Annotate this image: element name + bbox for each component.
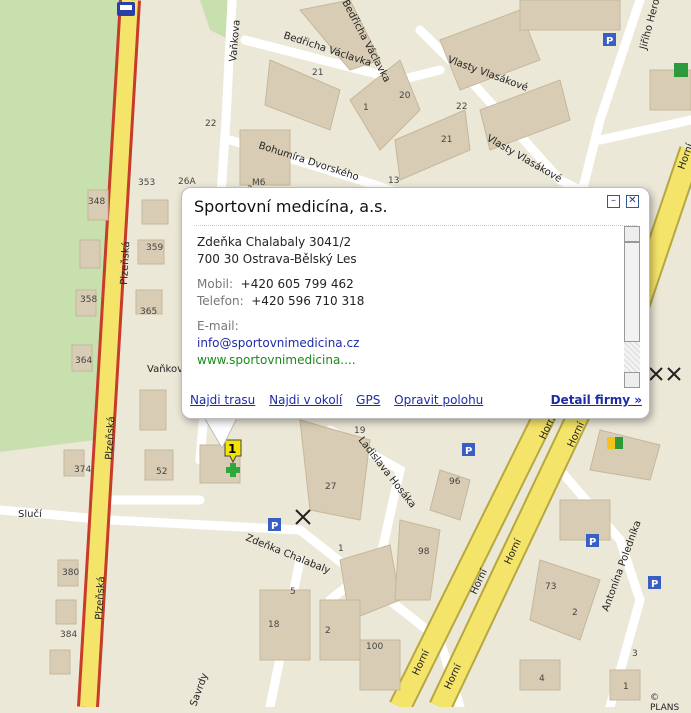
parking-icon[interactable]: P	[268, 518, 281, 532]
house-number: 348	[88, 197, 105, 207]
svg-text:P: P	[651, 579, 658, 590]
house-number: 20	[399, 91, 411, 101]
scroll-thumb[interactable]	[624, 242, 640, 342]
parking-icon[interactable]: P	[648, 576, 661, 590]
house-number: 353	[138, 178, 155, 188]
house-number: 374	[74, 465, 91, 475]
house-number: 3	[632, 649, 638, 659]
house-number: 21	[441, 135, 452, 145]
detail-firmy-link[interactable]: Detail firmy »	[551, 393, 642, 407]
street-label-plzenska: Plzeňská	[118, 241, 132, 285]
address-line-2: 700 30 Ostrava-Bělský Les	[197, 252, 357, 266]
website-link[interactable]: www.sportovnimedicina....	[197, 353, 356, 367]
house-number: 22	[205, 119, 216, 129]
popup-divider	[194, 225, 637, 226]
marker-number: 1	[228, 442, 236, 456]
parking-icon[interactable]: P	[603, 33, 616, 47]
house-number: 365	[140, 307, 157, 317]
link-najdi-v-okoli[interactable]: Najdi v okolí	[269, 393, 342, 407]
house-number: 358	[80, 295, 97, 305]
popup-title: Sportovní medicína, a.s.	[194, 197, 388, 216]
house-number: 27	[325, 482, 336, 492]
house-number: 2	[325, 626, 331, 636]
parking-icon[interactable]: P	[462, 443, 475, 457]
svg-text:P: P	[606, 36, 613, 47]
popup-links: Najdi trasu Najdi v okolí GPS Opravit po…	[190, 393, 493, 407]
fuel-station-icon[interactable]	[607, 437, 623, 449]
house-number: 98	[418, 547, 430, 557]
popup-content: Zdeňka Chalabaly 3041/2 700 30 Ostrava-B…	[197, 234, 617, 369]
house-number: 2	[572, 608, 578, 618]
link-gps[interactable]: GPS	[356, 393, 380, 407]
house-number: 384	[60, 630, 77, 640]
address-line-1: Zdeňka Chalabaly 3041/2	[197, 235, 352, 249]
link-opravit-polohu[interactable]: Opravit polohu	[394, 393, 483, 407]
house-number: 359	[146, 243, 163, 253]
house-number: 100	[366, 642, 383, 652]
bus-stop-icon[interactable]	[117, 2, 135, 16]
house-number: 1	[363, 103, 369, 113]
house-number: 22	[456, 102, 467, 112]
house-number: 364	[75, 356, 92, 366]
house-number: 13	[388, 176, 399, 186]
house-number: 21	[312, 68, 323, 78]
house-number: 19	[354, 426, 366, 436]
close-button[interactable]: ✕	[626, 195, 639, 208]
house-number: 1	[623, 682, 629, 692]
scroll-up-button[interactable]	[624, 226, 640, 242]
parking-icon[interactable]: P	[586, 534, 599, 548]
email-label: E-mail:	[197, 319, 239, 333]
svg-text:P: P	[271, 521, 278, 532]
minimize-button[interactable]: –	[607, 195, 620, 208]
info-popup: Sportovní medicína, a.s. – ✕ Zdeňka Chal…	[181, 187, 650, 419]
house-number: 96	[449, 477, 461, 487]
scroll-down-button[interactable]	[624, 372, 640, 388]
street-label-plzenska-2: Plzeňská	[103, 416, 117, 460]
house-number: 26A	[178, 177, 196, 187]
house-number: 52	[156, 467, 167, 477]
house-number: 73	[545, 582, 556, 592]
street-label-sluci: Slučí	[18, 508, 43, 520]
email-link[interactable]: info@sportovnimedicina.cz	[197, 336, 359, 350]
house-number: 4	[539, 674, 545, 684]
popup-scrollbar[interactable]	[624, 226, 640, 388]
svg-text:P: P	[465, 446, 472, 457]
mobile-value: +420 605 799 462	[240, 277, 354, 291]
mobile-label: Mobil:	[197, 277, 234, 291]
fuel-station-icon[interactable]	[674, 63, 688, 77]
svg-text:P: P	[589, 537, 596, 548]
phone-value: +420 596 710 318	[251, 294, 365, 308]
street-label-plzenska-3: Plzeňská	[93, 576, 107, 620]
house-number: 380	[62, 568, 79, 578]
link-najdi-trasu[interactable]: Najdi trasu	[190, 393, 255, 407]
house-number: 5	[290, 587, 296, 597]
phone-label: Telefon:	[197, 294, 244, 308]
house-number: 1	[338, 544, 344, 554]
map-copyright: © PLANS	[650, 693, 680, 713]
house-number: 18	[268, 620, 280, 630]
